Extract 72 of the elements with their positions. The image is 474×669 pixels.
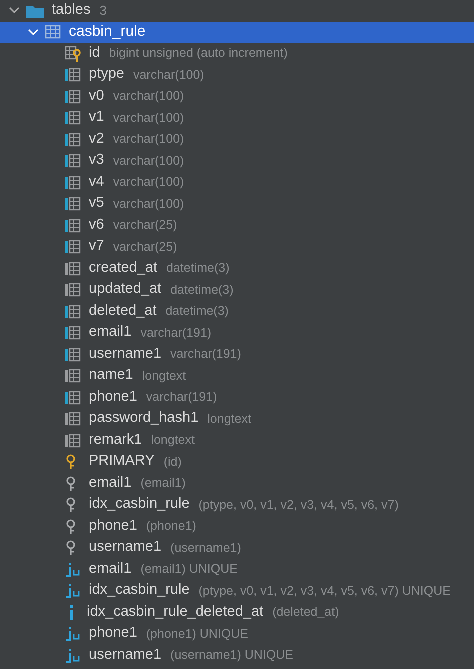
column-type: longtext <box>142 368 186 385</box>
index-columns: (deleted_at) <box>272 603 340 622</box>
folder-icon <box>26 4 44 18</box>
index-name: idx_casbin_rule <box>89 495 190 514</box>
column-type: datetime(3) <box>166 260 230 278</box>
index-columns: (ptype, v0, v1, v2, v3, v4, v5, v6, v7) UNIQUE <box>198 582 451 601</box>
index-name: idx_casbin_rule_deleted_at <box>87 602 264 622</box>
collapse-chevron-icon[interactable] <box>9 5 20 16</box>
index-name: email1 <box>89 560 132 579</box>
index-columns: (phone1) UNIQUE <box>146 624 249 644</box>
column-type: varchar(100) <box>113 196 184 213</box>
unique-index-icon <box>65 562 81 578</box>
index-name: email1 <box>89 474 132 493</box>
index-name: PRIMARY <box>89 452 155 472</box>
index-columns: (phone1) <box>146 517 196 536</box>
column-type: varchar(100) <box>133 66 204 84</box>
table-row[interactable]: casbin_rule <box>0 22 474 43</box>
table-name: casbin_rule <box>69 22 146 42</box>
column-name: remark1 <box>89 430 142 450</box>
index-icon <box>70 605 73 620</box>
index-name: username1 <box>89 646 162 665</box>
column-type: varchar(191) <box>170 346 242 364</box>
index-name: phone1 <box>89 516 138 536</box>
column-name: ptype <box>89 65 124 84</box>
unique-index-icon <box>65 648 81 664</box>
column-type: longtext <box>151 432 195 450</box>
index-name: idx_casbin_rule <box>89 581 190 600</box>
index-columns: (username1) <box>170 538 242 558</box>
column-name: created_at <box>89 258 158 278</box>
column-name: v7 <box>89 237 104 256</box>
column-type: varchar(100) <box>113 131 184 148</box>
column-name: v2 <box>89 130 104 149</box>
index-columns: (email1) <box>140 474 186 494</box>
index-columns: (email1) UNIQUE <box>140 560 238 580</box>
column-type: datetime(3) <box>166 303 229 320</box>
index-name: username1 <box>89 538 162 558</box>
column-name: email1 <box>89 323 132 342</box>
column-type: datetime(3) <box>170 282 234 299</box>
column-name: v0 <box>89 86 104 106</box>
column-type: bigint unsigned (auto increment) <box>109 45 288 62</box>
collapse-chevron-icon[interactable] <box>28 26 39 38</box>
column-type: varchar(25) <box>113 217 178 234</box>
column-type: varchar(25) <box>113 238 178 256</box>
table-icon <box>45 25 61 40</box>
column-name: password_hash1 <box>89 409 199 428</box>
folder-label: tables <box>52 0 91 20</box>
column-type: varchar(191) <box>146 389 218 406</box>
key-column-icon <box>65 46 81 62</box>
column-name: v4 <box>89 172 104 192</box>
column-name: name1 <box>89 366 134 386</box>
column-name: deleted_at <box>89 302 157 321</box>
column-type: varchar(100) <box>113 174 184 192</box>
item-count: 3 <box>100 2 107 20</box>
unique-index-icon <box>65 626 81 642</box>
column-type: varchar(191) <box>140 324 212 342</box>
index-columns: (ptype, v0, v1, v2, v3, v4, v5, v6, v7) <box>198 496 399 515</box>
column-name: v1 <box>89 108 104 128</box>
index-columns: (id) <box>164 452 182 472</box>
unique-index-icon <box>65 583 81 600</box>
column-name: updated_at <box>89 280 162 300</box>
column-name: id <box>89 44 100 63</box>
column-name: v5 <box>89 194 104 214</box>
column-name: username1 <box>89 344 162 364</box>
column-type: varchar(100) <box>113 110 184 127</box>
column-type: varchar(100) <box>113 88 184 106</box>
column-type: longtext <box>208 410 252 428</box>
index-columns: (username1) UNIQUE <box>170 646 294 666</box>
column-name: v6 <box>89 216 104 235</box>
column-type: varchar(100) <box>113 152 184 170</box>
column-name: phone1 <box>89 388 138 407</box>
column-name: v3 <box>89 151 104 170</box>
index-name: phone1 <box>89 624 138 644</box>
